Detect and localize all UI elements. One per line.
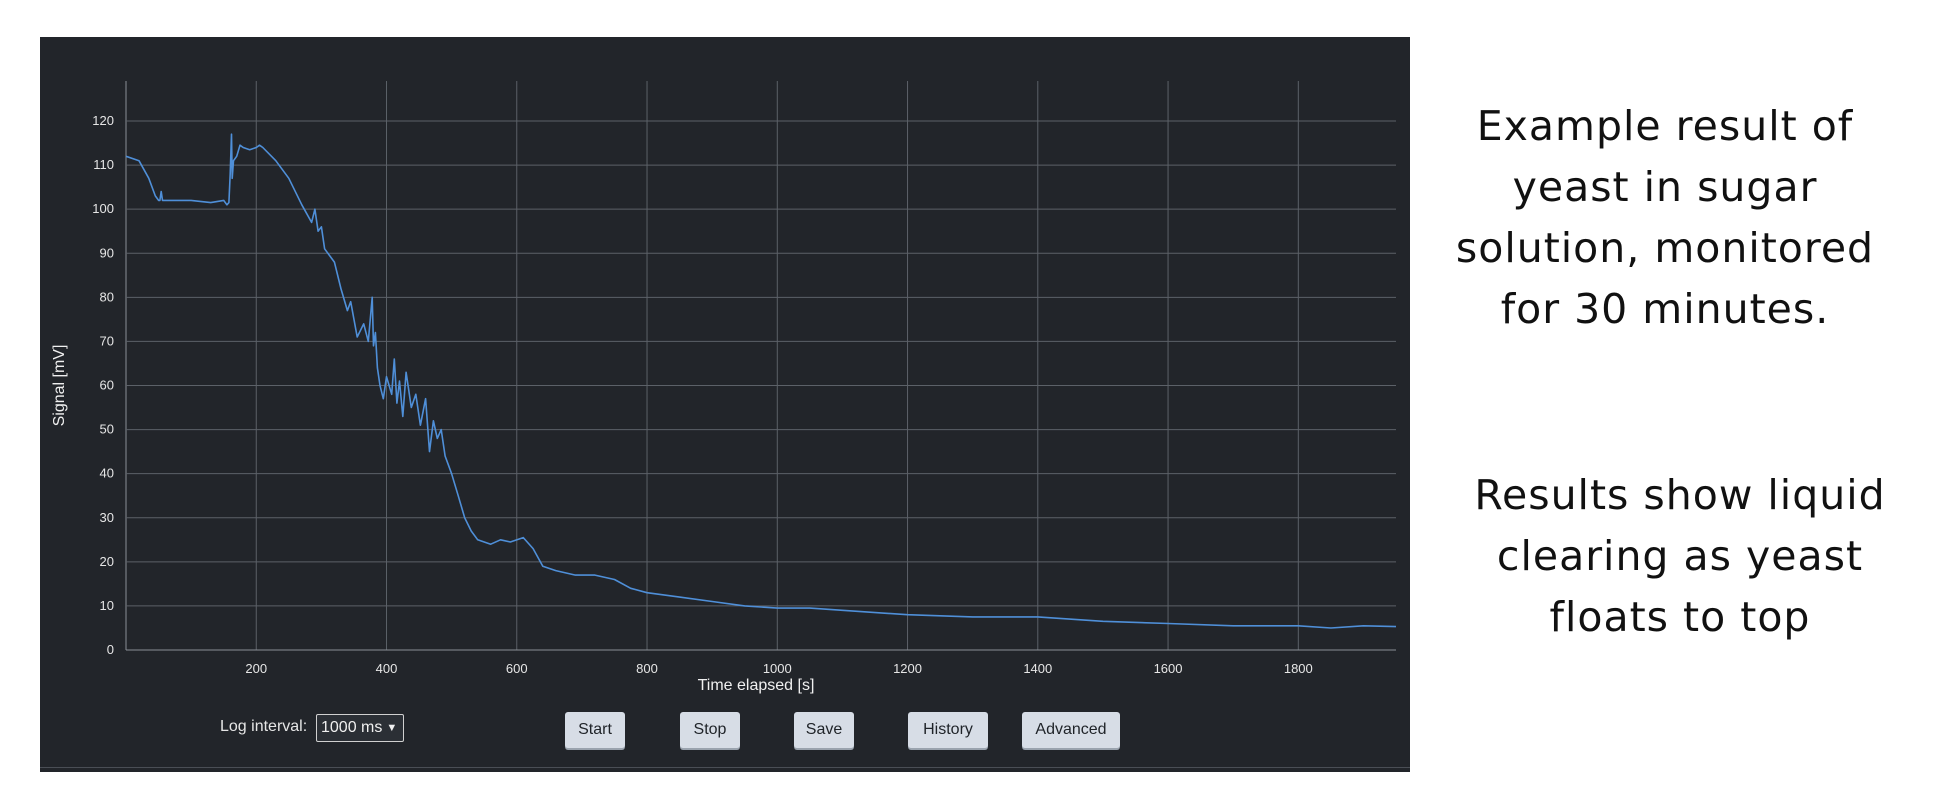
y-tick-label: 40	[100, 466, 114, 481]
y-tick-label: 50	[100, 422, 114, 437]
caption-line: for 30 minutes.	[1500, 285, 1830, 333]
x-tick-label: 1800	[1284, 661, 1313, 676]
chevron-down-icon: ▼	[386, 722, 398, 734]
caption-line: floats to top	[1549, 593, 1811, 641]
x-tick-label: 1600	[1154, 661, 1183, 676]
start-button[interactable]: Start	[565, 712, 625, 748]
log-interval-select[interactable]: 1000 ms ▼	[316, 714, 404, 742]
panel-divider	[40, 767, 1410, 768]
caption-line: Results show liquid	[1474, 471, 1886, 519]
save-button[interactable]: Save	[794, 712, 854, 748]
chart-grid	[125, 81, 1396, 651]
y-axis-title: Signal [mV]	[51, 345, 68, 427]
caption-results: Results show liquid clearing as yeast fl…	[1430, 465, 1930, 648]
y-tick-label: 60	[100, 378, 114, 393]
y-axis-ticks: 0 10 20 30 40 50 60 70 80 90 100 110 120	[92, 113, 114, 657]
y-tick-label: 70	[100, 333, 114, 348]
log-interval-value: 1000 ms	[321, 719, 383, 736]
x-tick-label: 800	[636, 661, 658, 676]
stop-button[interactable]: Stop	[680, 712, 740, 748]
y-tick-label: 90	[100, 245, 114, 260]
y-tick-label: 80	[100, 289, 114, 304]
caption-line: yeast in sugar	[1512, 163, 1818, 211]
history-button[interactable]: History	[908, 712, 988, 748]
y-tick-label: 30	[100, 510, 114, 525]
chart-panel: 0 10 20 30 40 50 60 70 80 90 100 110 120 200 400 600 80…	[40, 37, 1410, 772]
caption-line: clearing as yeast	[1496, 532, 1864, 580]
caption-line: Example result of	[1476, 102, 1854, 150]
y-tick-label: 10	[100, 598, 114, 613]
y-tick-label: 0	[107, 642, 114, 657]
x-tick-label: 200	[245, 661, 267, 676]
y-tick-label: 100	[92, 201, 114, 216]
y-tick-label: 110	[93, 157, 114, 172]
caption-line: solution, monitored	[1455, 224, 1875, 272]
x-tick-label: 1200	[893, 661, 922, 676]
x-tick-label: 400	[376, 661, 398, 676]
y-tick-label: 20	[100, 554, 114, 569]
signal-series-line	[125, 133, 1397, 629]
x-axis-ticks: 200 400 600 800 1000 1200 1400 1600 1800	[245, 661, 1312, 676]
caption-example: Example result of yeast in sugar solutio…	[1420, 96, 1910, 340]
x-tick-label: 1400	[1023, 661, 1052, 676]
advanced-button[interactable]: Advanced	[1022, 712, 1120, 748]
signal-chart: 0 10 20 30 40 50 60 70 80 90 100 110 120 200 400 600 80…	[51, 81, 1397, 694]
y-tick-label: 120	[92, 113, 114, 128]
x-axis-title: Time elapsed [s]	[698, 677, 815, 694]
control-bar: Log interval: 1000 ms ▼ Start Stop Save …	[40, 709, 1410, 749]
x-tick-label: 1000	[763, 661, 792, 676]
log-interval-label: Log interval:	[220, 718, 308, 735]
x-tick-label: 600	[506, 661, 528, 676]
